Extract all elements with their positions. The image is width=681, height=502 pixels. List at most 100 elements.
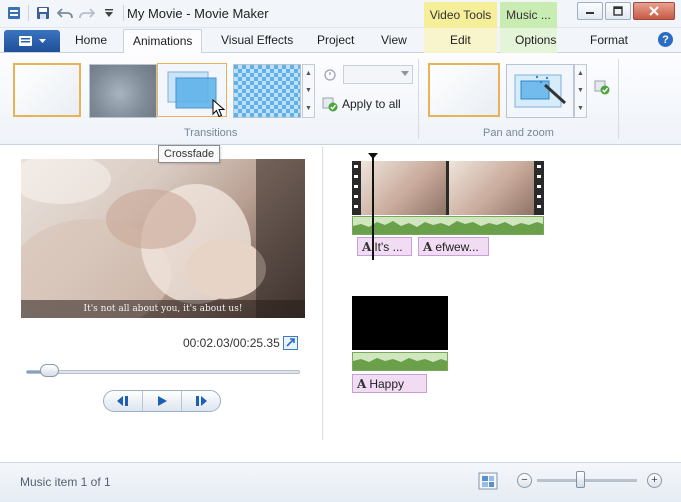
chevron-down-icon[interactable]: ▼ bbox=[305, 87, 312, 94]
app-menu-icon[interactable] bbox=[6, 5, 22, 21]
file-menu-button[interactable] bbox=[4, 30, 60, 52]
group-separator bbox=[418, 59, 419, 139]
caption-text-icon: A bbox=[357, 376, 367, 391]
pan-zoom-group-label: Pan and zoom bbox=[483, 127, 554, 139]
thumbnail-size-icon[interactable] bbox=[478, 472, 498, 490]
redo-icon[interactable] bbox=[79, 5, 95, 21]
caption-text-icon: A bbox=[362, 239, 372, 254]
zoom-slider-handle[interactable] bbox=[576, 471, 585, 488]
sprocket-hole bbox=[354, 205, 358, 208]
window-title: My Movie - Movie Maker bbox=[127, 6, 269, 21]
restore-button[interactable] bbox=[605, 2, 631, 20]
preview-caption: It's not all about you, it's about us! bbox=[21, 300, 305, 318]
chevron-up-icon[interactable]: ▲ bbox=[577, 70, 584, 77]
sprocket-hole bbox=[537, 165, 541, 168]
qat-separator bbox=[28, 5, 29, 21]
status-text: Music item 1 of 1 bbox=[20, 475, 111, 489]
undo-icon[interactable] bbox=[57, 5, 73, 21]
next-frame-button[interactable] bbox=[181, 391, 220, 411]
sprocket-hole bbox=[537, 185, 541, 188]
window-controls bbox=[577, 2, 675, 20]
qat-separator bbox=[123, 5, 124, 21]
previous-frame-button[interactable] bbox=[104, 391, 142, 411]
chevron-down-icon bbox=[401, 71, 409, 76]
title-bar: My Movie - Movie Maker Video Tools Music… bbox=[0, 0, 681, 30]
group-separator bbox=[618, 59, 619, 139]
minimize-button[interactable] bbox=[577, 2, 603, 20]
pan-zoom-gallery-scroll[interactable]: ▲ ▼ ▼ bbox=[574, 64, 587, 118]
tab-visual-effects[interactable]: Visual Effects bbox=[221, 33, 293, 47]
sprocket-hole bbox=[354, 175, 358, 178]
chevron-up-icon[interactable]: ▲ bbox=[305, 70, 312, 77]
music-waveform-1[interactable] bbox=[352, 216, 544, 235]
clip-1-frame-2 bbox=[449, 161, 534, 215]
tab-edit[interactable]: Edit bbox=[450, 33, 471, 47]
music-tools-context-label: Music ... bbox=[500, 2, 557, 30]
apply-to-all-icon bbox=[322, 97, 338, 112]
zoom-slider-track[interactable] bbox=[537, 479, 637, 482]
sprocket-hole bbox=[354, 195, 358, 198]
seek-handle[interactable] bbox=[40, 364, 59, 377]
qat-dropdown-icon[interactable] bbox=[101, 5, 117, 21]
transitions-group-label: Transitions bbox=[184, 127, 238, 139]
previous-frame-icon bbox=[117, 396, 128, 406]
zoom-in-button[interactable]: + bbox=[647, 473, 662, 488]
pan-zoom-none-thumb[interactable] bbox=[428, 63, 500, 117]
zoom-out-button[interactable]: − bbox=[517, 473, 532, 488]
pan-zoom-apply-all-icon[interactable] bbox=[594, 79, 610, 98]
expand-gallery-icon[interactable]: ▼ bbox=[305, 105, 312, 112]
transition-tooltip: Crossfade bbox=[158, 145, 221, 163]
tab-options[interactable]: Options bbox=[515, 33, 556, 47]
checker-pattern-icon bbox=[234, 65, 300, 117]
waveform-graphic bbox=[353, 221, 543, 234]
caption-text-icon: A bbox=[423, 239, 433, 254]
play-button[interactable] bbox=[142, 391, 181, 411]
fullscreen-icon[interactable] bbox=[283, 336, 298, 350]
duration-icon bbox=[323, 67, 337, 84]
caption-chip-3[interactable]: A Happy bbox=[352, 374, 427, 393]
pan-zoom-icon bbox=[514, 74, 567, 108]
apply-to-all-label: Apply to all bbox=[342, 97, 401, 111]
playhead-marker[interactable] bbox=[368, 153, 378, 260]
tab-project[interactable]: Project bbox=[317, 33, 354, 47]
tab-animations[interactable]: Animations bbox=[123, 29, 203, 54]
play-icon bbox=[158, 396, 167, 406]
caption-chip-1-label: It's ... bbox=[374, 239, 403, 254]
apply-to-all-button[interactable]: Apply to all bbox=[322, 96, 401, 112]
waveform-graphic bbox=[353, 358, 447, 370]
caption-chip-2[interactable]: A efwew... bbox=[418, 237, 489, 256]
playback-controls bbox=[103, 390, 221, 412]
sprocket-hole bbox=[354, 185, 358, 188]
video-tools-context-label: Video Tools bbox=[424, 2, 497, 30]
status-bar: Music item 1 of 1 − + bbox=[0, 462, 681, 502]
transitions-gallery-scroll[interactable]: ▲ ▼ ▼ bbox=[302, 64, 315, 118]
video-clip-1[interactable] bbox=[352, 161, 544, 215]
tab-format[interactable]: Format bbox=[590, 33, 628, 47]
file-menu-icon bbox=[18, 36, 32, 46]
transition-diamonds-thumb[interactable] bbox=[233, 64, 301, 118]
video-clip-2[interactable] bbox=[352, 296, 448, 350]
tab-home[interactable]: Home bbox=[75, 33, 107, 47]
pan-zoom-automatic-thumb[interactable] bbox=[506, 64, 574, 118]
expand-gallery-icon[interactable]: ▼ bbox=[577, 105, 584, 112]
save-icon[interactable] bbox=[35, 5, 51, 21]
close-icon bbox=[649, 6, 659, 16]
sprocket-hole bbox=[537, 175, 541, 178]
mouse-cursor-icon bbox=[212, 99, 226, 118]
preview-image bbox=[21, 159, 305, 318]
restore-icon bbox=[613, 6, 623, 16]
music-waveform-2[interactable] bbox=[352, 352, 448, 371]
duration-combobox[interactable] bbox=[343, 65, 413, 84]
seek-bar[interactable] bbox=[26, 370, 300, 374]
transition-none-thumb[interactable] bbox=[13, 63, 81, 117]
sprocket-hole bbox=[354, 165, 358, 168]
video-preview[interactable]: It's not all about you, it's about us! bbox=[21, 159, 305, 318]
chevron-down-icon[interactable]: ▼ bbox=[577, 87, 584, 94]
close-button[interactable] bbox=[633, 2, 675, 20]
help-icon[interactable]: ? bbox=[658, 32, 673, 47]
tab-view[interactable]: View bbox=[381, 33, 407, 47]
caption-chip-1[interactable]: A It's ... bbox=[357, 237, 412, 256]
preview-pane: It's not all about you, it's about us! 0… bbox=[0, 146, 322, 462]
transition-cross-blur-thumb[interactable] bbox=[89, 64, 157, 118]
timecode-display: 00:02.03/00:25.35 bbox=[183, 336, 280, 350]
